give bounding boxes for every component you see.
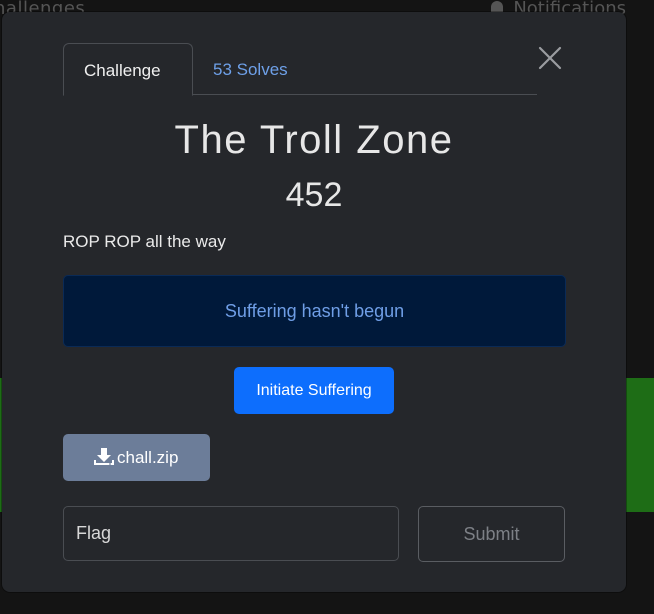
status-message: Suffering hasn't begun: [224, 301, 405, 321]
background-green-panel-right: [624, 378, 654, 512]
challenge-description: ROP ROP all the way: [63, 232, 226, 251]
download-label: chall.zip: [117, 448, 179, 467]
flag-input[interactable]: [63, 506, 399, 561]
download-icon: [94, 448, 114, 465]
download-chall-zip-button[interactable]: chall.zip: [63, 434, 210, 481]
tab-solves[interactable]: 53 Solves: [193, 43, 308, 94]
initiate-suffering-button[interactable]: Initiate Suffering: [234, 367, 394, 414]
challenge-title: The Troll Zone: [174, 118, 454, 162]
submit-button[interactable]: Submit: [418, 506, 565, 562]
challenge-points: 452: [285, 176, 343, 214]
close-button[interactable]: [538, 46, 562, 70]
status-alert: Suffering hasn't begun: [63, 275, 566, 347]
close-icon: [538, 46, 562, 70]
modal-tabs: Challenge 53 Solves: [63, 43, 537, 96]
tab-challenge[interactable]: Challenge: [63, 43, 193, 96]
challenge-modal: Challenge 53 Solves The Troll Zone 452 R…: [2, 12, 626, 592]
